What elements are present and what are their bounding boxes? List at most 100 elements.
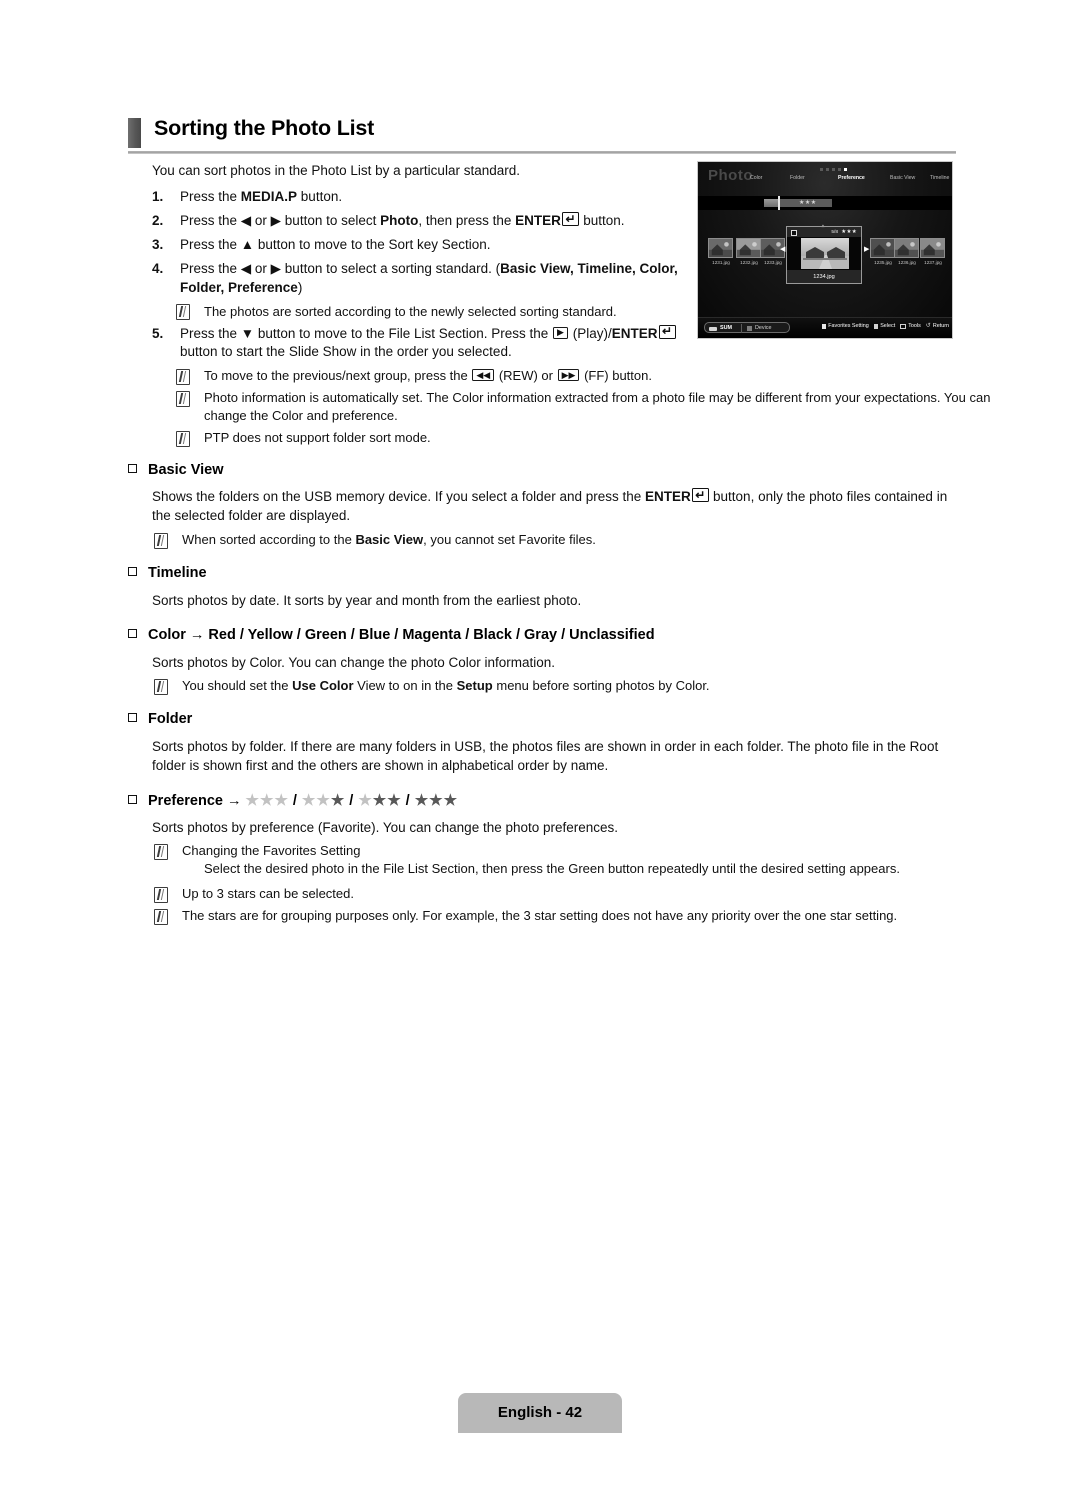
step-2-text-before: Press the ◀ or ▶ button to select xyxy=(180,213,381,228)
tv-thumbnail[interactable] xyxy=(894,238,919,258)
section-heading-basic-view: Basic View xyxy=(128,462,224,478)
basic-view-bold-enter: ENTER xyxy=(645,489,691,504)
tv-thumbnail[interactable] xyxy=(708,238,733,258)
preference-arrow: → xyxy=(222,793,246,809)
step-5-text-after: button to start the Slide Show in the or… xyxy=(180,344,512,359)
star-filled-icon: ★ xyxy=(414,792,430,809)
note-basic-view: When sorted according to the Basic View,… xyxy=(152,531,952,549)
intro-text: You can sort photos in the Photo List by… xyxy=(152,163,520,178)
star-empty-icon: ★ xyxy=(316,792,331,809)
page-title: Sorting the Photo List xyxy=(154,116,375,140)
preference-note-3: The stars are for grouping purposes only… xyxy=(182,908,898,923)
star-group-separator: / xyxy=(292,793,298,809)
tv-selected-photo-card[interactable]: 5/8 ★★★ 1234.jpg xyxy=(786,226,862,284)
page-dot xyxy=(838,168,841,171)
tv-selected-photo-preview xyxy=(787,237,861,270)
step-3-text: Press the ▲ button to move to the Sort k… xyxy=(180,237,491,252)
play-icon: ▶ xyxy=(553,326,568,339)
rewind-icon: ◀◀ xyxy=(472,369,495,381)
section-heading-folder: Folder xyxy=(128,711,192,727)
preference-note-1-sub: Select the desired photo in the File Lis… xyxy=(204,861,900,876)
tv-thumbnail-label: 1236.jpg xyxy=(898,260,916,265)
section-heading-basic-view-label: Basic View xyxy=(148,462,224,478)
color-values: Red / Yellow / Green / Blue / Magenta / … xyxy=(208,627,655,643)
enter-key-icon xyxy=(562,210,580,228)
step-5: 5. Press the ▼ button to move to the Fil… xyxy=(152,322,712,362)
step-2-text-mid: , then press the xyxy=(418,213,516,228)
tv-photo-list-screenshot: Photo Color Folder Preference Basic View Tim… xyxy=(697,161,953,339)
basic-view-body-a: Shows the folders on the USB memory devi… xyxy=(152,489,646,504)
tv-device-divider xyxy=(741,324,742,333)
tv-screen-title: Photo xyxy=(708,167,753,184)
preference-note-1: Changing the Favorites Setting xyxy=(182,843,361,858)
step-1-text-before: Press the xyxy=(180,189,241,204)
color-button-icon xyxy=(873,324,879,329)
star-group-separator: / xyxy=(405,793,411,809)
color-note-mid: View to on in the xyxy=(353,678,457,693)
tv-sort-key-menu[interactable]: Color Folder Preference Basic View Timeline xyxy=(750,175,950,189)
tv-menu-item-timeline[interactable]: Timeline xyxy=(930,175,949,181)
note-icon xyxy=(154,843,168,860)
note-5-1-a: To move to the previous/next group, pres… xyxy=(204,368,472,383)
tv-action-favorites-setting[interactable]: Favorites Setting xyxy=(821,323,869,330)
tv-device-name: SUM xyxy=(720,325,732,332)
color-button-icon xyxy=(821,324,827,329)
tv-photo-stars: ★★★ xyxy=(841,229,857,235)
step-5-bold-enter: ENTER xyxy=(611,325,658,341)
step-5-number: 5. xyxy=(152,325,164,341)
tv-menu-item-preference[interactable]: Preference xyxy=(838,175,865,181)
star-filled-icon: ★ xyxy=(372,792,388,809)
step-2-bold-enter: ENTER xyxy=(515,213,561,228)
tv-thumbnail[interactable] xyxy=(920,238,945,258)
note-icon xyxy=(154,886,168,903)
title-square-icon xyxy=(128,118,141,148)
step-4-text-after: ) xyxy=(297,279,303,295)
step-3: 3. Press the ▲ button to move to the Sor… xyxy=(152,236,712,255)
tv-action-label: Tools xyxy=(908,323,921,329)
step-2-text-after: button. xyxy=(579,213,625,228)
photo-thumbnail-image xyxy=(801,238,849,269)
tv-menu-item-color[interactable]: Color xyxy=(750,175,762,181)
tv-sort-slider-bar: ★★★ xyxy=(698,196,952,210)
note-after-step-4: The photos are sorted according to the n… xyxy=(174,303,712,321)
return-icon: ↺ xyxy=(925,323,931,329)
star-empty-icon: ★ xyxy=(259,792,275,809)
step-1-bold-media-p: MEDIA.P xyxy=(240,189,298,204)
note-icon xyxy=(154,678,168,695)
enter-key-icon-2 xyxy=(659,322,676,341)
tv-menu-item-basic-view[interactable]: Basic View xyxy=(890,175,915,181)
step-1: 1. Press the MEDIA.P button. xyxy=(152,188,712,207)
tv-thumbnail-label: 1233.jpg xyxy=(764,260,782,265)
square-bullet-icon xyxy=(128,795,137,804)
tv-menu-item-folder[interactable]: Folder xyxy=(790,175,805,181)
star-empty-icon: ★ xyxy=(301,792,317,809)
tv-page-dots xyxy=(820,168,847,171)
tv-thumbnail[interactable] xyxy=(736,238,761,258)
tv-action-buttons[interactable]: Favorites Setting Select Tools ↺ Return xyxy=(821,323,949,330)
section-heading-color-label: Color xyxy=(148,627,186,643)
step-4: 4. Press the ◀ or ▶ button to select a s… xyxy=(152,260,712,297)
tv-action-label: Select xyxy=(880,323,896,329)
usb-icon xyxy=(709,327,717,331)
tv-action-select[interactable]: Select xyxy=(873,323,896,330)
tv-device-button[interactable]: SUM Device xyxy=(704,322,790,333)
tv-action-return[interactable]: ↺ Return xyxy=(926,323,949,330)
tv-action-tools[interactable]: Tools xyxy=(900,323,921,330)
page-title-block: Sorting the Photo List xyxy=(128,116,956,154)
tv-bottom-bar: SUM Device Favorites Setting Select Tools ↺… xyxy=(698,317,952,338)
square-bullet-icon xyxy=(128,464,137,473)
tv-prev-arrow-icon[interactable]: ◀ xyxy=(780,246,785,253)
tv-thumbnail[interactable] xyxy=(870,238,895,258)
page-number-label: English - 42 xyxy=(497,1404,583,1421)
note-icon xyxy=(176,390,190,407)
star-filled-icon: ★ xyxy=(429,792,444,809)
tv-next-arrow-icon[interactable]: ▶ xyxy=(864,246,869,253)
preference-star-groups: ★★★ / ★★★ / ★★★ / ★★★ xyxy=(246,791,459,809)
tv-select-checkbox[interactable] xyxy=(791,229,797,236)
note-icon xyxy=(154,532,168,549)
note-after-step-5-3: PTP does not support folder sort mode. xyxy=(174,429,712,447)
note-preference-3: The stars are for grouping purposes only… xyxy=(152,907,982,925)
section-heading-preference: Preference → ★★★ / ★★★ / ★★★ / ★★★ xyxy=(128,791,458,809)
enter-key-icon-3 xyxy=(692,486,710,505)
tv-device-label: Device xyxy=(755,325,772,332)
